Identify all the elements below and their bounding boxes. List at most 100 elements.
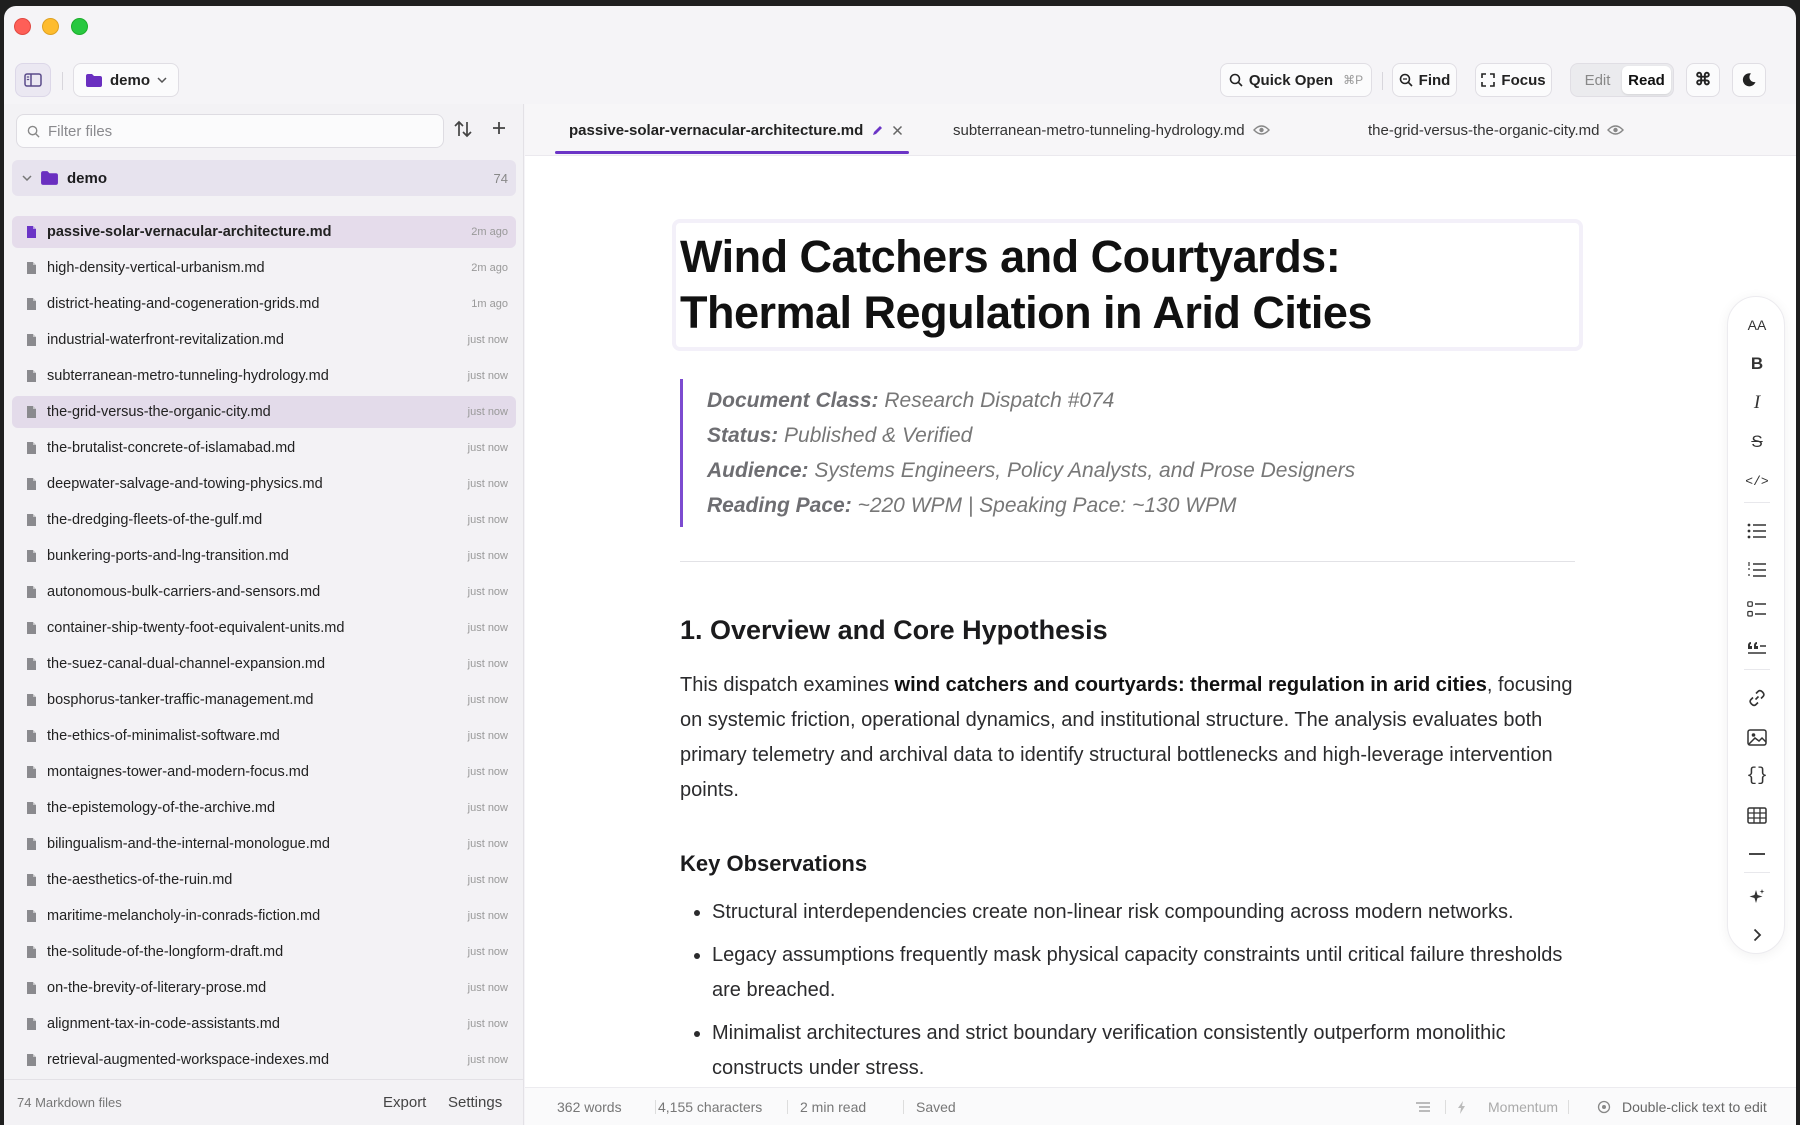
image-icon[interactable] xyxy=(1745,725,1769,749)
file-icon xyxy=(27,406,36,418)
folder-row-demo[interactable]: demo 74 xyxy=(12,160,516,196)
command-palette-button[interactable]: ⌘ xyxy=(1686,63,1720,97)
close-icon[interactable] xyxy=(892,125,903,136)
meta-value: Research Dispatch #074 xyxy=(884,389,1115,412)
file-modified-time: just now xyxy=(467,406,508,418)
bullet-list-icon[interactable] xyxy=(1745,519,1769,543)
focus-button[interactable]: Focus xyxy=(1475,63,1552,97)
find-icon xyxy=(1399,73,1413,87)
file-modified-time: just now xyxy=(467,910,508,922)
file-list-item[interactable]: deepwater-salvage-and-towing-physics.md j… xyxy=(12,468,516,500)
numbered-list-icon[interactable] xyxy=(1745,558,1769,582)
file-list-item[interactable]: industrial-waterfront-revitalization.md j… xyxy=(12,324,516,356)
meta-line: Document Class: Research Dispatch #074 xyxy=(707,383,1575,418)
command-icon: ⌘ xyxy=(1694,70,1712,89)
moon-icon xyxy=(1742,73,1756,87)
sparkle-icon[interactable] xyxy=(1745,885,1769,909)
add-file-icon[interactable] xyxy=(490,119,508,142)
file-list-item[interactable]: passive-solar-vernacular-architecture.md… xyxy=(12,216,516,248)
document-title[interactable]: Wind Catchers and Courtyards: Thermal Re… xyxy=(672,219,1583,351)
para-bold: wind catchers and courtyards: thermal re… xyxy=(894,674,1487,696)
quick-open-shortcut: ⌘P xyxy=(1343,73,1364,87)
app-window: demo Quick Open ⌘P Find Focus Edit Read … xyxy=(4,6,1796,1125)
file-list-item[interactable]: bosphorus-tanker-traffic-management.md ju… xyxy=(12,684,516,716)
inline-code-icon[interactable]: </> xyxy=(1745,469,1769,493)
table-icon[interactable] xyxy=(1745,803,1769,827)
file-list-item[interactable]: the-ethics-of-minimalist-software.md just… xyxy=(12,720,516,752)
filter-files-input[interactable] xyxy=(48,122,408,140)
find-button[interactable]: Find xyxy=(1392,63,1457,97)
file-list-item[interactable]: district-heating-and-cogeneration-grids.… xyxy=(12,288,516,320)
file-list-item[interactable]: the-dredging-fleets-of-the-gulf.md just n… xyxy=(12,504,516,536)
sidebar-toggle-button[interactable] xyxy=(15,63,51,97)
file-modified-time: just now xyxy=(467,658,508,670)
code-block-icon[interactable]: {} xyxy=(1745,764,1769,788)
bold-icon[interactable]: B xyxy=(1745,352,1769,376)
file-list-item[interactable]: the-aesthetics-of-the-ruin.md just now xyxy=(12,864,516,896)
file-modified-time: just now xyxy=(467,334,508,346)
filter-files-field[interactable] xyxy=(16,114,444,148)
theme-toggle-button[interactable] xyxy=(1732,63,1766,97)
save-status: Saved xyxy=(916,1099,956,1115)
sidebar: demo 74 passive-solar-vernacular-archite… xyxy=(4,104,524,1125)
file-list-item[interactable]: the-grid-versus-the-organic-city.md just … xyxy=(12,396,516,428)
file-list-item[interactable]: montaignes-tower-and-modern-focus.md just… xyxy=(12,756,516,788)
text-size-icon[interactable]: AA xyxy=(1745,313,1769,337)
file-icon xyxy=(27,514,36,526)
file-icon xyxy=(27,838,36,850)
strikethrough-icon[interactable]: S xyxy=(1745,430,1769,454)
file-list-item[interactable]: maritime-melancholy-in-conrads-fiction.m… xyxy=(12,900,516,932)
folder-selector[interactable]: demo xyxy=(73,63,179,97)
file-list-item[interactable]: bilingualism-and-the-internal-monologue.… xyxy=(12,828,516,860)
zoom-window-button[interactable] xyxy=(71,18,88,35)
edit-hint: Double-click text to edit xyxy=(1622,1099,1767,1115)
file-list-item[interactable]: container-ship-twenty-foot-equivalent-un… xyxy=(12,612,516,644)
edit-mode-button[interactable]: Edit xyxy=(1573,66,1622,94)
chevron-down-icon xyxy=(157,77,167,83)
export-button[interactable]: Export xyxy=(383,1094,426,1111)
horizontal-rule-icon[interactable] xyxy=(1745,842,1769,866)
eye-icon xyxy=(1607,125,1625,135)
file-name: retrieval-augmented-workspace-indexes.md xyxy=(47,1052,330,1068)
momentum-label[interactable]: Momentum xyxy=(1488,1099,1558,1115)
italic-icon[interactable]: I xyxy=(1745,391,1769,415)
file-name: high-density-vertical-urbanism.md xyxy=(47,260,265,276)
file-list-item[interactable]: on-the-brevity-of-literary-prose.md just … xyxy=(12,972,516,1004)
close-window-button[interactable] xyxy=(14,18,31,35)
quote-icon[interactable] xyxy=(1745,636,1769,660)
tab-label: the-grid-versus-the-organic-city.md xyxy=(1368,121,1600,139)
file-list-item[interactable]: autonomous-bulk-carriers-and-sensors.md j… xyxy=(12,576,516,608)
file-modified-time: just now xyxy=(467,478,508,490)
tab-passive-solar[interactable]: passive-solar-vernacular-architecture.md xyxy=(554,104,910,156)
link-icon[interactable] xyxy=(1745,686,1769,710)
file-list-item[interactable]: the-brutalist-concrete-of-islamabad.md ju… xyxy=(12,432,516,464)
status-divider xyxy=(1445,1100,1446,1114)
file-list-item[interactable]: the-suez-canal-dual-channel-expansion.md… xyxy=(12,648,516,680)
quick-open-button[interactable]: Quick Open ⌘P xyxy=(1220,63,1372,97)
expand-icon xyxy=(1481,73,1496,87)
read-mode-button[interactable]: Read xyxy=(1622,66,1671,94)
file-list-item[interactable]: high-density-vertical-urbanism.md 2m ago xyxy=(12,252,516,284)
tab-subterranean-metro[interactable]: subterranean-metro-tunneling-hydrology.m… xyxy=(953,104,1270,156)
file-list-item[interactable]: subterranean-metro-tunneling-hydrology.m… xyxy=(12,360,516,392)
file-list-item[interactable]: the-epistemology-of-the-archive.md just n… xyxy=(12,792,516,824)
sort-icon[interactable] xyxy=(453,119,473,144)
file-list-item[interactable]: alignment-tax-in-code-assistants.md just … xyxy=(12,1008,516,1040)
file-list-item[interactable]: retrieval-augmented-workspace-indexes.md… xyxy=(12,1044,516,1076)
file-icon xyxy=(27,298,36,310)
minimize-window-button[interactable] xyxy=(42,18,59,35)
file-list-item[interactable]: the-solitude-of-the-longform-draft.md jus… xyxy=(12,936,516,968)
metadata-blockquote: Document Class: Research Dispatch #074 S… xyxy=(680,379,1575,527)
file-list-item[interactable]: bunkering-ports-and-lng-transition.md jus… xyxy=(12,540,516,572)
file-name: deepwater-salvage-and-towing-physics.md xyxy=(47,476,323,492)
file-name: the-aesthetics-of-the-ruin.md xyxy=(47,872,233,888)
task-list-icon[interactable] xyxy=(1745,597,1769,621)
file-modified-time: just now xyxy=(467,874,508,886)
chevron-right-icon[interactable] xyxy=(1745,923,1769,947)
settings-button[interactable]: Settings xyxy=(448,1094,502,1111)
overview-paragraph: This dispatch examines wind catchers and… xyxy=(680,668,1575,808)
file-icon xyxy=(27,262,36,274)
outline-icon[interactable] xyxy=(1415,1101,1431,1113)
file-icon xyxy=(27,334,36,346)
tab-grid-versus-organic[interactable]: the-grid-versus-the-organic-city.md xyxy=(1368,104,1625,156)
